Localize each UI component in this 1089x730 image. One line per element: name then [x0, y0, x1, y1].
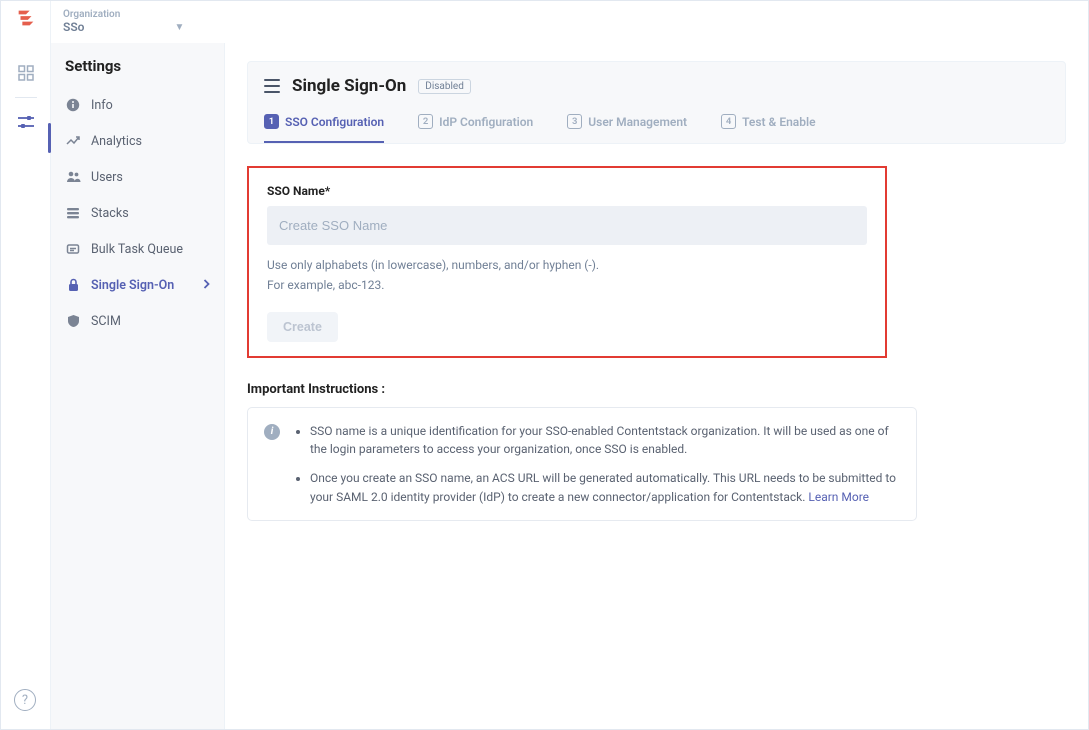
info-icon: i: [264, 424, 280, 440]
step-label: IdP Configuration: [439, 115, 533, 129]
shield-icon: [65, 313, 81, 329]
dashboard-icon[interactable]: [12, 59, 40, 87]
tab-idp-configuration[interactable]: 2 IdP Configuration: [418, 114, 533, 143]
app-rail: ?: [1, 1, 51, 729]
instruction-item: SSO name is a unique identification for …: [310, 422, 900, 459]
instructions-card: i SSO name is a unique identification fo…: [247, 407, 917, 521]
chevron-right-icon: [203, 278, 210, 293]
sidebar-title: Settings: [51, 55, 224, 87]
analytics-icon: [65, 133, 81, 149]
create-button[interactable]: Create: [267, 312, 338, 342]
sidebar-item-info[interactable]: Info: [51, 87, 224, 123]
sidebar-item-stacks[interactable]: Stacks: [51, 195, 224, 231]
org-name: SSo: [63, 21, 84, 35]
rail-divider: [15, 97, 37, 98]
hint-line: Use only alphabets (in lowercase), numbe…: [267, 255, 867, 275]
tab-test-enable[interactable]: 4 Test & Enable: [721, 114, 815, 143]
settings-sidebar: Settings Info Analytics Users Stacks Bul…: [51, 43, 225, 729]
menu-icon[interactable]: [264, 79, 280, 93]
learn-more-link[interactable]: Learn More: [808, 490, 869, 504]
sso-name-input[interactable]: [267, 206, 867, 245]
step-tabs: 1 SSO Configuration 2 IdP Configuration …: [264, 114, 1049, 143]
main-content: Single Sign-On Disabled 1 SSO Configurat…: [225, 43, 1088, 729]
sso-name-form: SSO Name* Use only alphabets (in lowerca…: [247, 166, 887, 358]
sidebar-item-single-sign-on[interactable]: Single Sign-On: [51, 267, 224, 303]
sidebar-item-label: Users: [91, 170, 123, 185]
step-label: User Management: [588, 115, 687, 129]
step-number: 2: [418, 114, 433, 129]
instruction-item: Once you create an SSO name, an ACS URL …: [310, 469, 900, 506]
tab-sso-configuration[interactable]: 1 SSO Configuration: [264, 114, 384, 143]
stacks-icon: [65, 205, 81, 221]
sidebar-item-label: Info: [91, 98, 113, 113]
step-label: Test & Enable: [742, 115, 815, 129]
sso-name-label: SSO Name*: [267, 184, 867, 198]
instruction-text: SSO name is a unique identification for …: [310, 424, 889, 457]
top-bar: Organization SSo ▼: [51, 1, 1088, 43]
brand-logo-icon: [15, 7, 37, 29]
users-icon: [65, 169, 81, 185]
info-icon: [65, 97, 81, 113]
sidebar-item-label: Analytics: [91, 134, 142, 149]
settings-sliders-icon[interactable]: [12, 108, 40, 136]
sidebar-item-analytics[interactable]: Analytics: [51, 123, 224, 159]
step-label: SSO Configuration: [285, 115, 384, 129]
status-badge: Disabled: [418, 79, 471, 94]
instructions-list: SSO name is a unique identification for …: [292, 422, 900, 506]
sidebar-item-scim[interactable]: SCIM: [51, 303, 224, 339]
instructions-title: Important Instructions :: [247, 382, 1066, 397]
tab-user-management[interactable]: 3 User Management: [567, 114, 687, 143]
page-header-card: Single Sign-On Disabled 1 SSO Configurat…: [247, 61, 1066, 144]
sidebar-item-label: Single Sign-On: [91, 278, 174, 293]
help-icon[interactable]: ?: [14, 689, 36, 711]
hint-line: For example, abc-123.: [267, 275, 867, 295]
lock-icon: [65, 277, 81, 293]
chevron-down-icon: ▼: [174, 22, 184, 34]
step-number: 3: [567, 114, 582, 129]
sidebar-item-users[interactable]: Users: [51, 159, 224, 195]
sso-name-hint: Use only alphabets (in lowercase), numbe…: [267, 255, 867, 296]
page-title: Single Sign-On: [292, 76, 406, 96]
sidebar-item-bulk-task-queue[interactable]: Bulk Task Queue: [51, 231, 224, 267]
org-selector[interactable]: Organization SSo ▼: [63, 9, 184, 34]
queue-icon: [65, 241, 81, 257]
step-number: 1: [264, 114, 279, 129]
step-number: 4: [721, 114, 736, 129]
sidebar-item-label: Stacks: [91, 206, 129, 221]
sidebar-item-label: Bulk Task Queue: [91, 242, 183, 257]
sidebar-item-label: SCIM: [91, 314, 121, 329]
